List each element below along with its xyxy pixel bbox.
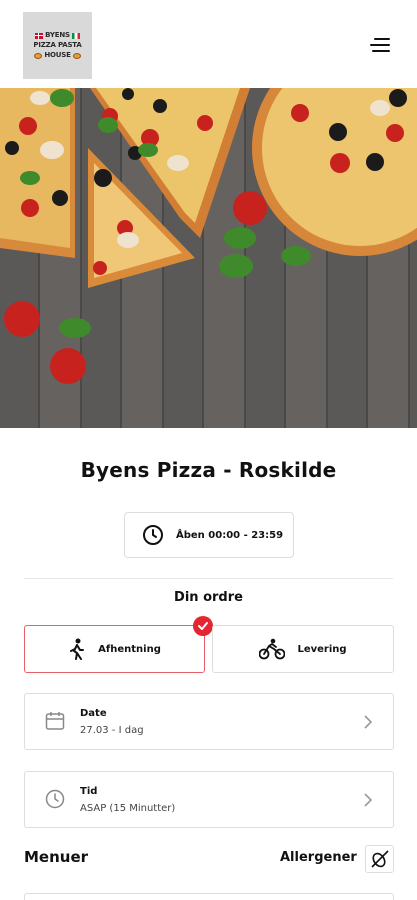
delivery-label: Levering (297, 643, 347, 655)
danish-flag-icon (35, 32, 44, 39)
pickup-option[interactable]: Afhentning (24, 616, 213, 673)
walking-person-icon (70, 638, 85, 660)
clock-icon (143, 525, 163, 545)
restaurant-name: Byens Pizza - Roskilde (80, 458, 337, 482)
time-label: Tid (80, 786, 98, 797)
pizza-icon (72, 52, 81, 59)
date-label: Date (80, 708, 107, 719)
pickup-label: Afhentning (98, 643, 161, 655)
clock-icon (45, 789, 65, 809)
opening-hours-badge: Åben 00:00 - 23:59 (124, 512, 294, 558)
logo-line-1: BYENS (45, 31, 70, 39)
delivery-option[interactable]: Levering (212, 625, 394, 673)
divider (24, 578, 393, 579)
restaurant-logo[interactable]: BYENS PIZZA PASTA HOUSE (23, 12, 92, 79)
allergens-label[interactable]: Allergener (280, 850, 357, 865)
logo-line-2: PIZZA PASTA (33, 41, 82, 49)
date-selector[interactable]: Date 27.03 - I dag (24, 693, 394, 750)
allergens-filter-icon[interactable] (365, 845, 394, 873)
italian-flag-icon (71, 32, 80, 39)
date-value: 27.03 - I dag (80, 725, 144, 736)
bicycle-courier-icon (259, 638, 286, 660)
hero-image (0, 88, 417, 428)
selected-check-icon (193, 616, 213, 636)
app-header: BYENS PIZZA PASTA HOUSE (0, 0, 417, 88)
opening-hours-text: Åben 00:00 - 23:59 (176, 529, 284, 541)
order-section-title: Din ordre (174, 590, 243, 605)
chevron-right-icon (364, 793, 373, 807)
menu-category-card[interactable] (24, 893, 394, 900)
pizza-illustration (0, 88, 417, 384)
pizza-icon (34, 52, 43, 59)
menus-heading: Menuer (24, 848, 89, 866)
chevron-right-icon (364, 715, 373, 729)
time-selector[interactable]: Tid ASAP (15 Minutter) (24, 771, 394, 828)
calendar-icon (45, 712, 65, 730)
time-value: ASAP (15 Minutter) (80, 803, 176, 814)
logo-line-3: HOUSE (44, 51, 71, 59)
hamburger-menu-icon[interactable] (366, 36, 390, 54)
